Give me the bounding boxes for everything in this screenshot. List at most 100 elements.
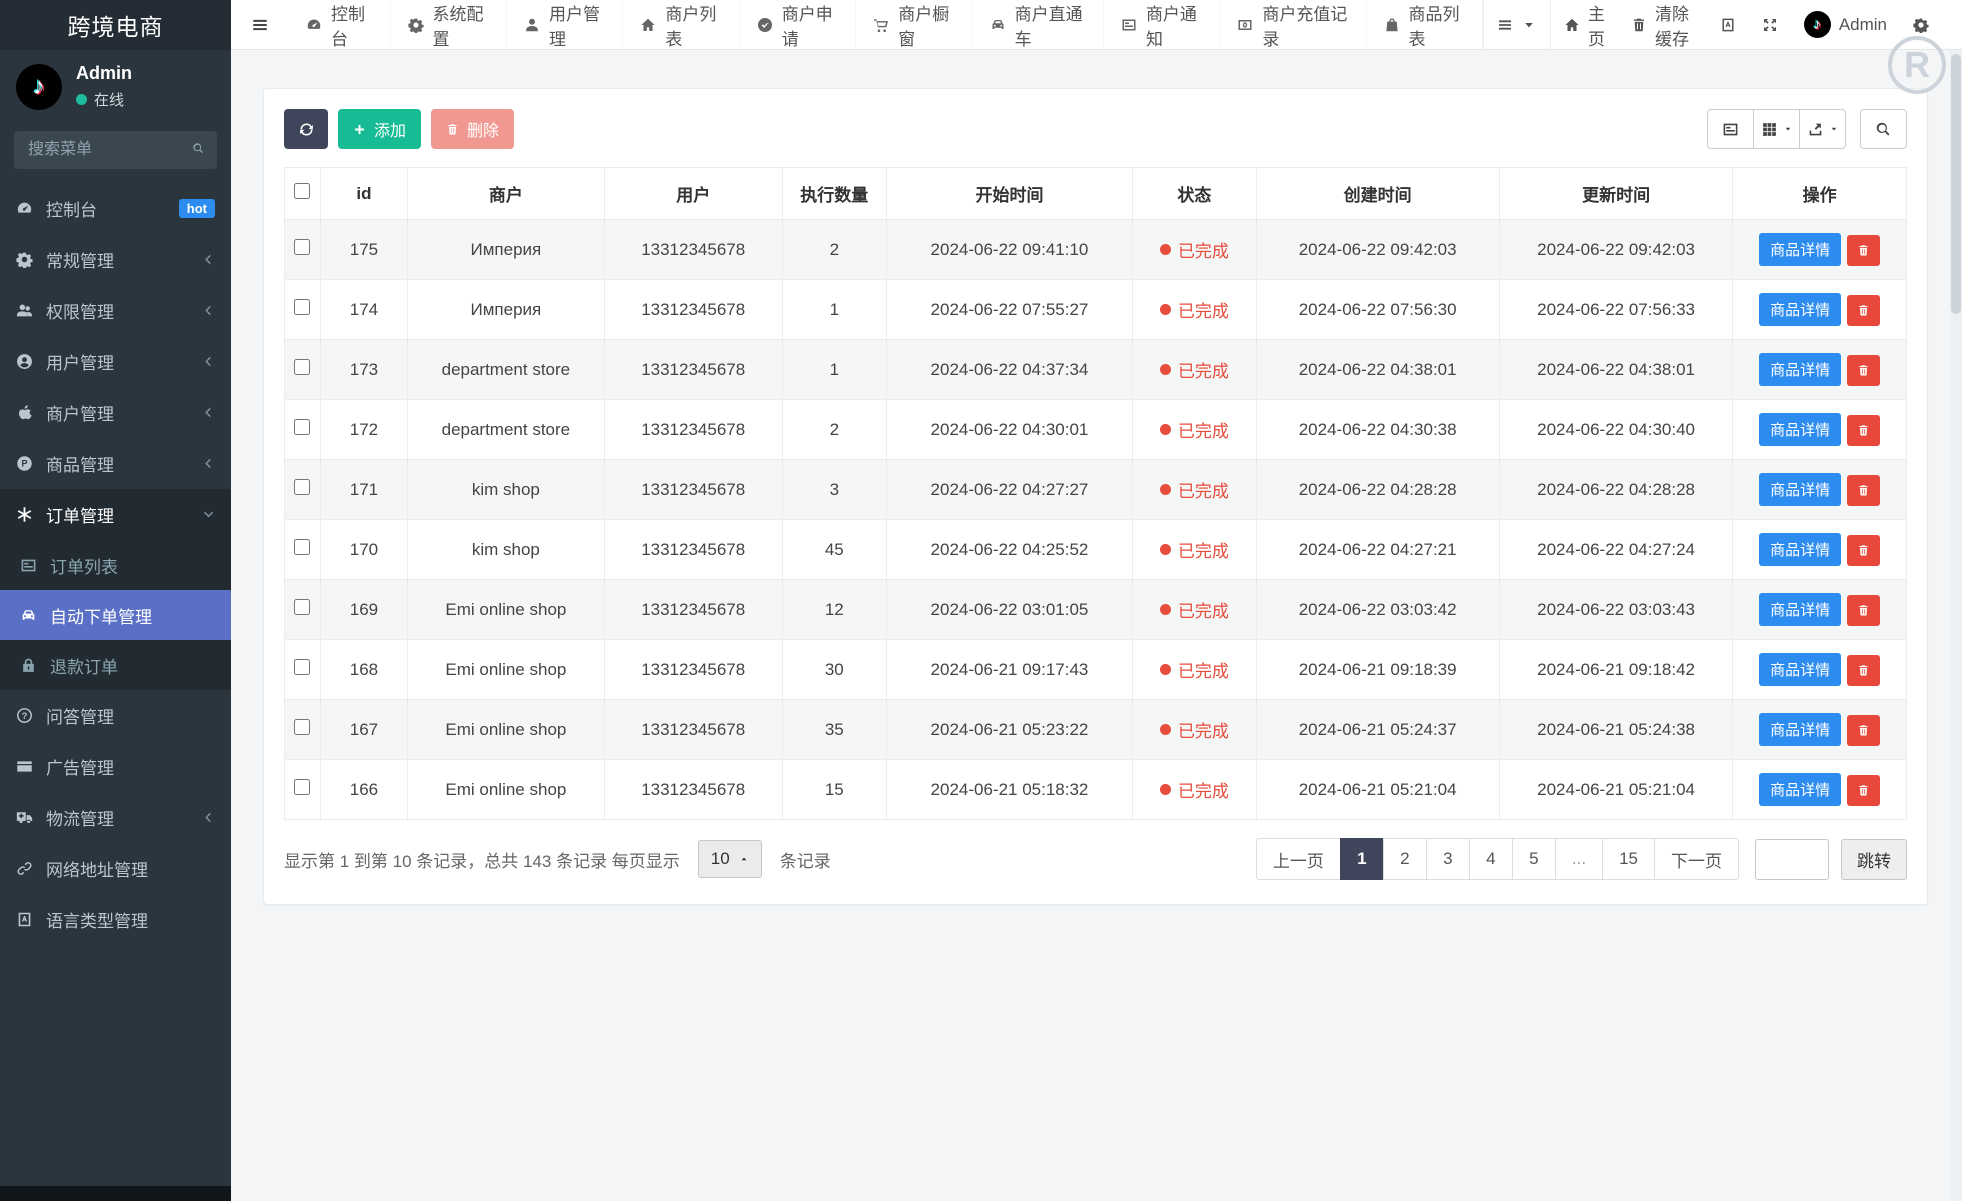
- cell-user: 13312345678: [604, 640, 782, 700]
- sidebar-submenu: 订单列表自动下单管理退款订单: [0, 540, 231, 690]
- sidebar-item[interactable]: 订单管理: [0, 489, 231, 540]
- sidebar-search-input[interactable]: [14, 131, 217, 169]
- delete-row-button[interactable]: [1847, 235, 1880, 266]
- sidebar-item[interactable]: 常规管理: [0, 234, 231, 285]
- jump-button[interactable]: 跳转: [1841, 839, 1907, 880]
- sidebar-item[interactable]: 商户管理: [0, 387, 231, 438]
- delete-row-button[interactable]: [1847, 355, 1880, 386]
- delete-row-button[interactable]: [1847, 535, 1880, 566]
- product-detail-button[interactable]: 商品详情: [1759, 473, 1841, 506]
- hamburger-icon: [251, 16, 269, 34]
- product-detail-button[interactable]: 商品详情: [1759, 293, 1841, 326]
- product-detail-button[interactable]: 商品详情: [1759, 653, 1841, 686]
- sidebar-item[interactable]: 退款订单: [0, 640, 231, 690]
- product-detail-button[interactable]: 商品详情: [1759, 533, 1841, 566]
- cell-id: 170: [320, 520, 408, 580]
- page-number-button[interactable]: 15: [1602, 838, 1655, 880]
- product-detail-button[interactable]: 商品详情: [1759, 413, 1841, 446]
- nav-fullscreen-button[interactable]: [1749, 0, 1791, 49]
- sidebar-item[interactable]: 物流管理: [0, 792, 231, 843]
- sidebar-item[interactable]: 网络地址管理: [0, 843, 231, 894]
- topnav-tab[interactable]: 系统配置: [391, 0, 507, 49]
- detail-view-button[interactable]: [1707, 109, 1754, 149]
- nav-language-button[interactable]: [1707, 0, 1749, 49]
- page-number-button[interactable]: 5: [1512, 838, 1556, 880]
- trash-icon: [446, 123, 459, 136]
- sidebar-item[interactable]: 订单列表: [0, 540, 231, 590]
- delete-row-button[interactable]: [1847, 715, 1880, 746]
- refresh-button[interactable]: [284, 109, 328, 149]
- topnav-tab[interactable]: 商户充值记录: [1220, 0, 1366, 49]
- page-list: 上一页12345...15下一页: [1256, 838, 1739, 880]
- row-checkbox[interactable]: [294, 779, 310, 795]
- topnav-tab[interactable]: 商品列表: [1367, 0, 1483, 49]
- row-checkbox[interactable]: [294, 599, 310, 615]
- product-detail-button[interactable]: 商品详情: [1759, 593, 1841, 626]
- nav-user-menu[interactable]: ♪ Admin: [1791, 0, 1900, 49]
- row-checkbox[interactable]: [294, 419, 310, 435]
- product-detail-button[interactable]: 商品详情: [1759, 773, 1841, 806]
- topnav-tab[interactable]: 商户列表: [623, 0, 739, 49]
- select-all-checkbox[interactable]: [294, 183, 310, 199]
- delete-button[interactable]: 删除: [431, 109, 514, 149]
- row-checkbox[interactable]: [294, 359, 310, 375]
- delete-row-button[interactable]: [1847, 475, 1880, 506]
- sidebar-toggle-button[interactable]: [231, 0, 289, 49]
- search-icon: [192, 142, 205, 155]
- page-number-button[interactable]: 4: [1469, 838, 1513, 880]
- page-number-button[interactable]: 3: [1426, 838, 1470, 880]
- table-search-button[interactable]: [1860, 109, 1907, 149]
- scrollbar-track[interactable]: [1950, 50, 1962, 1201]
- hot-badge: hot: [179, 199, 215, 218]
- nav-clear-cache-button[interactable]: 清除缓存: [1618, 0, 1707, 49]
- order-icon: [16, 506, 33, 523]
- sidebar-item[interactable]: 广告管理: [0, 741, 231, 792]
- product-detail-button[interactable]: 商品详情: [1759, 233, 1841, 266]
- topnav-tab[interactable]: 商户直通车: [973, 0, 1104, 49]
- topnav-tab[interactable]: 商户通知: [1104, 0, 1220, 49]
- row-checkbox[interactable]: [294, 539, 310, 555]
- nav-menu-dropdown[interactable]: [1483, 0, 1551, 49]
- page-size-select[interactable]: 10: [698, 840, 762, 878]
- topnav-tab[interactable]: 用户管理: [507, 0, 623, 49]
- row-checkbox[interactable]: [294, 299, 310, 315]
- sidebar-item[interactable]: 权限管理: [0, 285, 231, 336]
- sidebar-item[interactable]: 自动下单管理: [0, 590, 231, 640]
- jump-page-input[interactable]: [1755, 839, 1829, 880]
- row-checkbox[interactable]: [294, 719, 310, 735]
- cell-merchant: Emi online shop: [408, 760, 604, 820]
- prev-page-button[interactable]: 上一页: [1256, 838, 1341, 880]
- columns-button[interactable]: [1753, 109, 1800, 149]
- delete-row-button[interactable]: [1847, 655, 1880, 686]
- export-button[interactable]: [1799, 109, 1846, 149]
- delete-row-button[interactable]: [1847, 295, 1880, 326]
- sidebar-item[interactable]: 问答管理: [0, 690, 231, 741]
- sidebar-item[interactable]: 用户管理: [0, 336, 231, 387]
- delete-row-button[interactable]: [1847, 595, 1880, 626]
- sidebar-item[interactable]: 语言类型管理: [0, 894, 231, 945]
- scrollbar-thumb[interactable]: [1951, 54, 1961, 314]
- status-dot-icon: [1160, 664, 1171, 675]
- add-button[interactable]: 添加: [338, 109, 421, 149]
- cell-checkbox: [285, 280, 321, 340]
- sidebar-item[interactable]: 控制台hot: [0, 183, 231, 234]
- row-checkbox[interactable]: [294, 479, 310, 495]
- page-number-button[interactable]: 1: [1340, 838, 1384, 880]
- next-page-button[interactable]: 下一页: [1654, 838, 1739, 880]
- view-button-group: [1707, 109, 1846, 149]
- nav-home-button[interactable]: 主页: [1551, 0, 1618, 49]
- row-checkbox[interactable]: [294, 239, 310, 255]
- sidebar-item[interactable]: 商品管理: [0, 438, 231, 489]
- status-dot-icon: [1160, 484, 1171, 495]
- topnav-tab[interactable]: 控制台: [289, 0, 391, 49]
- page-number-button[interactable]: 2: [1383, 838, 1427, 880]
- delete-row-button[interactable]: [1847, 415, 1880, 446]
- delete-row-button[interactable]: [1847, 775, 1880, 806]
- status-dot-icon: [1160, 304, 1171, 315]
- product-detail-button[interactable]: 商品详情: [1759, 353, 1841, 386]
- product-detail-button[interactable]: 商品详情: [1759, 713, 1841, 746]
- nav-username: Admin: [1839, 15, 1887, 35]
- row-checkbox[interactable]: [294, 659, 310, 675]
- topnav-tab[interactable]: 商户申请: [740, 0, 856, 49]
- topnav-tab[interactable]: 商户橱窗: [856, 0, 972, 49]
